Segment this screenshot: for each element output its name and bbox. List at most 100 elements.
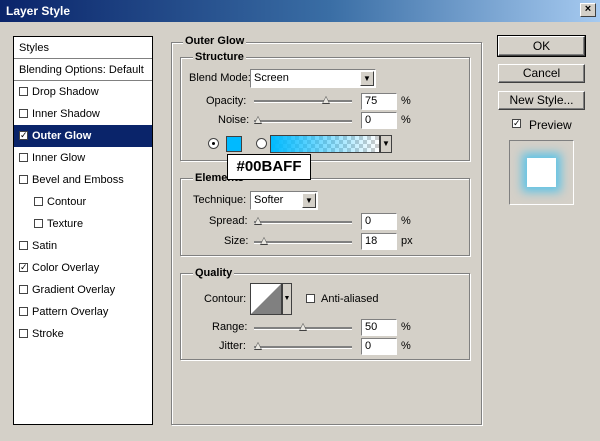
style-checkbox[interactable] bbox=[19, 240, 28, 250]
size-input[interactable]: 18 bbox=[361, 233, 397, 250]
blend-mode-label: Blend Mode: bbox=[189, 72, 251, 84]
style-item-label: Drop Shadow bbox=[32, 86, 99, 98]
opacity-slider[interactable] bbox=[254, 96, 352, 104]
contour-icon bbox=[251, 284, 281, 314]
contour-dropdown-icon[interactable]: ▼ bbox=[282, 283, 292, 315]
glow-color-swatch[interactable] bbox=[226, 136, 242, 152]
opacity-input[interactable]: 75 bbox=[361, 93, 397, 110]
style-item-contour[interactable]: Contour bbox=[14, 191, 152, 213]
noise-percent: % bbox=[401, 114, 411, 126]
preview-glow-square bbox=[527, 158, 556, 187]
solid-color-radio[interactable] bbox=[208, 138, 219, 149]
spread-label: Spread: bbox=[209, 215, 248, 227]
technique-label: Technique: bbox=[193, 194, 247, 206]
opacity-slider-thumb[interactable] bbox=[321, 96, 330, 104]
technique-value: Softer bbox=[254, 194, 284, 206]
noise-input[interactable]: 0 bbox=[361, 112, 397, 129]
preview-swatch bbox=[509, 140, 574, 205]
title-bar: Layer Style × bbox=[0, 0, 600, 22]
style-item-drop-shadow[interactable]: Drop Shadow bbox=[14, 81, 152, 103]
style-item-stroke[interactable]: Stroke bbox=[14, 323, 152, 345]
style-item-label: Satin bbox=[32, 240, 58, 252]
quality-title: Quality bbox=[193, 267, 235, 279]
style-item-label: Stroke bbox=[32, 328, 64, 340]
gradient-preview[interactable] bbox=[270, 135, 380, 153]
style-checkbox[interactable] bbox=[19, 152, 28, 162]
style-item-label: Color Overlay bbox=[32, 262, 100, 274]
size-label: Size: bbox=[224, 235, 249, 247]
size-slider-thumb[interactable] bbox=[260, 237, 269, 245]
range-percent: % bbox=[401, 321, 411, 333]
close-button[interactable]: × bbox=[580, 3, 596, 17]
anti-aliased-label: Anti-aliased bbox=[321, 293, 379, 305]
opacity-label: Opacity: bbox=[206, 95, 247, 107]
style-item-satin[interactable]: Satin bbox=[14, 235, 152, 257]
style-checkbox[interactable]: ✓ bbox=[19, 130, 28, 140]
style-item-label: Gradient Overlay bbox=[32, 284, 116, 296]
style-item-inner-shadow[interactable]: Inner Shadow bbox=[14, 103, 152, 125]
cancel-button[interactable]: Cancel bbox=[498, 64, 585, 83]
style-item-gradient-overlay[interactable]: Gradient Overlay bbox=[14, 279, 152, 301]
style-checkbox[interactable] bbox=[19, 108, 28, 118]
spread-input[interactable]: 0 bbox=[361, 213, 397, 230]
style-item-texture[interactable]: Texture bbox=[14, 213, 152, 235]
style-checkbox[interactable] bbox=[19, 328, 28, 338]
styles-panel: Styles Blending Options: Default Drop Sha… bbox=[13, 36, 153, 425]
style-item-inner-glow[interactable]: Inner Glow bbox=[14, 147, 152, 169]
style-item-label: Blending Options: Default bbox=[19, 64, 144, 76]
chevron-down-icon[interactable]: ▼ bbox=[302, 193, 316, 208]
noise-label: Noise: bbox=[218, 114, 250, 126]
spread-percent: % bbox=[401, 215, 411, 227]
preview-checkbox[interactable]: ✓ bbox=[512, 119, 521, 128]
style-item-label: Inner Glow bbox=[32, 152, 86, 164]
jitter-slider-thumb[interactable] bbox=[254, 342, 262, 350]
new-style-button[interactable]: New Style... bbox=[498, 91, 585, 110]
noise-slider-thumb[interactable] bbox=[254, 116, 262, 124]
jitter-input[interactable]: 0 bbox=[361, 338, 397, 355]
styles-header[interactable]: Styles bbox=[14, 37, 152, 59]
gradient-radio[interactable] bbox=[256, 138, 267, 149]
blend-mode-select[interactable]: Screen ▼ bbox=[250, 69, 376, 88]
style-item-bevel-and-emboss[interactable]: Bevel and Emboss bbox=[14, 169, 152, 191]
gradient-dropdown-icon[interactable]: ▼ bbox=[380, 135, 392, 153]
size-px: px bbox=[401, 235, 413, 247]
color-tooltip: #00BAFF bbox=[227, 154, 311, 180]
ok-button[interactable]: OK bbox=[497, 35, 586, 57]
preview-label: Preview bbox=[529, 118, 572, 132]
style-checkbox[interactable] bbox=[34, 196, 43, 206]
structure-title: Structure bbox=[193, 51, 246, 63]
chevron-down-icon[interactable]: ▼ bbox=[360, 71, 374, 86]
contour-label: Contour: bbox=[204, 293, 247, 305]
style-item-label: Inner Shadow bbox=[32, 108, 100, 120]
technique-select[interactable]: Softer ▼ bbox=[250, 191, 318, 210]
style-item-label: Texture bbox=[47, 218, 84, 230]
style-checkbox[interactable] bbox=[19, 306, 28, 316]
style-checkbox[interactable] bbox=[34, 218, 43, 228]
range-slider[interactable] bbox=[254, 323, 352, 331]
jitter-slider[interactable] bbox=[254, 342, 352, 350]
spread-slider[interactable] bbox=[254, 217, 352, 225]
style-checkbox[interactable] bbox=[19, 284, 28, 294]
jitter-percent: % bbox=[401, 340, 411, 352]
style-item-label: Contour bbox=[47, 196, 87, 208]
size-slider[interactable] bbox=[254, 237, 352, 245]
style-item-color-overlay[interactable]: ✓ Color Overlay bbox=[14, 257, 152, 279]
range-slider-thumb[interactable] bbox=[299, 323, 307, 331]
style-item-label: Pattern Overlay bbox=[32, 306, 109, 318]
style-item-blending-options-default[interactable]: Blending Options: Default bbox=[14, 59, 152, 81]
blend-mode-value: Screen bbox=[254, 72, 289, 84]
contour-preview[interactable] bbox=[250, 283, 282, 315]
opacity-percent: % bbox=[401, 95, 411, 107]
style-checkbox[interactable] bbox=[19, 86, 28, 96]
style-checkbox[interactable] bbox=[19, 174, 28, 184]
spread-slider-thumb[interactable] bbox=[254, 217, 262, 225]
noise-slider[interactable] bbox=[254, 116, 352, 124]
window-title: Layer Style bbox=[6, 4, 71, 18]
style-item-pattern-overlay[interactable]: Pattern Overlay bbox=[14, 301, 152, 323]
anti-aliased-checkbox[interactable] bbox=[306, 294, 315, 303]
style-item-outer-glow[interactable]: ✓ Outer Glow bbox=[14, 125, 152, 147]
jitter-label: Jitter: bbox=[219, 340, 246, 352]
range-label: Range: bbox=[212, 321, 248, 333]
range-input[interactable]: 50 bbox=[361, 319, 397, 336]
style-checkbox[interactable]: ✓ bbox=[19, 262, 28, 272]
